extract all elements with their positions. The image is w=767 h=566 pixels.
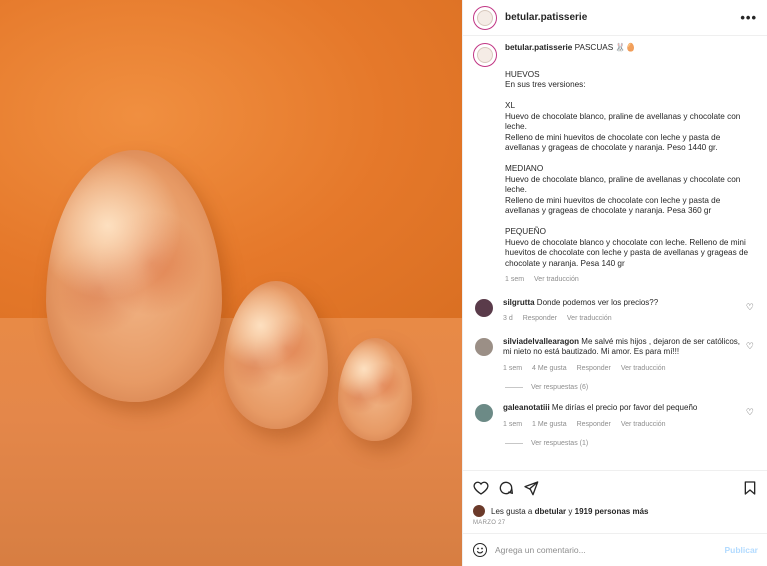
comment-like-heart-icon[interactable]: ♡ [746,341,754,352]
liker-username[interactable]: dbetular [535,507,567,516]
comment-item: silviadelvallearagon Me salvé mis hijos … [473,337,758,375]
comment-bubble-icon[interactable] [498,480,514,496]
caption-username[interactable]: betular.patisserie [505,43,572,52]
comment-text: Donde podemos ver los precios?? [536,297,659,307]
comment-time: 1 sem [503,364,523,372]
post-photo[interactable] [0,0,462,566]
post-actions: Les gusta a dbetular y 1919 personas más… [463,470,767,532]
view-replies-label[interactable]: Ver respuestas (1) [531,440,588,447]
likes-prefix: Les gusta a [491,506,533,516]
comment-username[interactable]: silviadelvallearagon [503,337,579,346]
more-options-icon[interactable]: ••• [740,10,757,25]
comment-avatar[interactable] [475,298,493,317]
reply-button[interactable]: Responder [523,315,557,322]
caption-translate-link[interactable]: Ver traducción [534,276,579,283]
comment-time: 1 sem [503,420,523,428]
comment-avatar[interactable] [475,404,493,422]
comment-time: 3 d [503,315,513,322]
comments-list[interactable]: betular.patisserie PASCUAS 🐰🥚 HUEVOS En … [463,37,767,469]
comment-item: galeanotatiii Me dirías el precio por fa… [473,403,758,430]
comment-like-heart-icon[interactable]: ♡ [746,407,754,418]
likes-connector: y [568,506,573,516]
profile-avatar[interactable] [473,5,497,30]
comment-text: Me dirías el precio por favor del pequeñ… [551,403,698,412]
emoji-icon[interactable] [473,543,487,557]
add-comment-bar: Publicar [463,533,767,566]
caption-title: PASCUAS 🐰🥚 [574,43,636,52]
likes-summary[interactable]: Les gusta a dbetular y 1919 personas más [473,505,758,517]
comment-like-heart-icon[interactable]: ♡ [746,302,754,313]
view-replies-link[interactable]: Ver respuestas (1) [505,440,758,447]
share-send-icon[interactable] [523,480,539,496]
view-replies-label[interactable]: Ver respuestas (6) [531,384,588,391]
post-date: MARZO 27 [473,520,506,526]
caption-time: 1 sem [505,276,525,283]
reply-button[interactable]: Responder [577,421,611,428]
comment-username[interactable]: galeanotatiii [503,403,550,412]
caption: betular.patisserie PASCUAS 🐰🥚 HUEVOS En … [473,43,758,286]
bookmark-icon[interactable] [742,480,758,496]
translate-link[interactable]: Ver traducción [621,365,666,372]
translate-link[interactable]: Ver traducción [567,315,612,322]
comment-item: silgrutta Donde podemos ver los precios?… [473,298,758,325]
comment-avatar[interactable] [475,337,493,356]
post-header: betular.patisserie ••• [463,0,767,36]
post-side-panel: betular.patisserie ••• betular.patisseri… [462,0,767,566]
view-replies-link[interactable]: Ver respuestas (6) [505,384,758,391]
caption-avatar[interactable] [473,43,497,67]
likes-others[interactable]: 1919 personas más [575,507,649,516]
header-username[interactable]: betular.patisserie [505,12,587,23]
translate-link[interactable]: Ver traducción [621,421,666,428]
comment-input[interactable] [495,545,725,555]
comment-likes-count[interactable]: 1 Me gusta [532,421,567,428]
caption-text: HUEVOS En sus tres versiones: XL Huevo d… [505,69,749,268]
reply-button[interactable]: Responder [577,365,611,372]
comment-username[interactable]: silgrutta [503,298,535,307]
liker-avatar[interactable] [473,505,485,517]
comment-likes-count[interactable]: 4 Me gusta [532,365,567,372]
post-comment-button[interactable]: Publicar [724,545,758,555]
like-heart-icon[interactable] [473,480,489,496]
